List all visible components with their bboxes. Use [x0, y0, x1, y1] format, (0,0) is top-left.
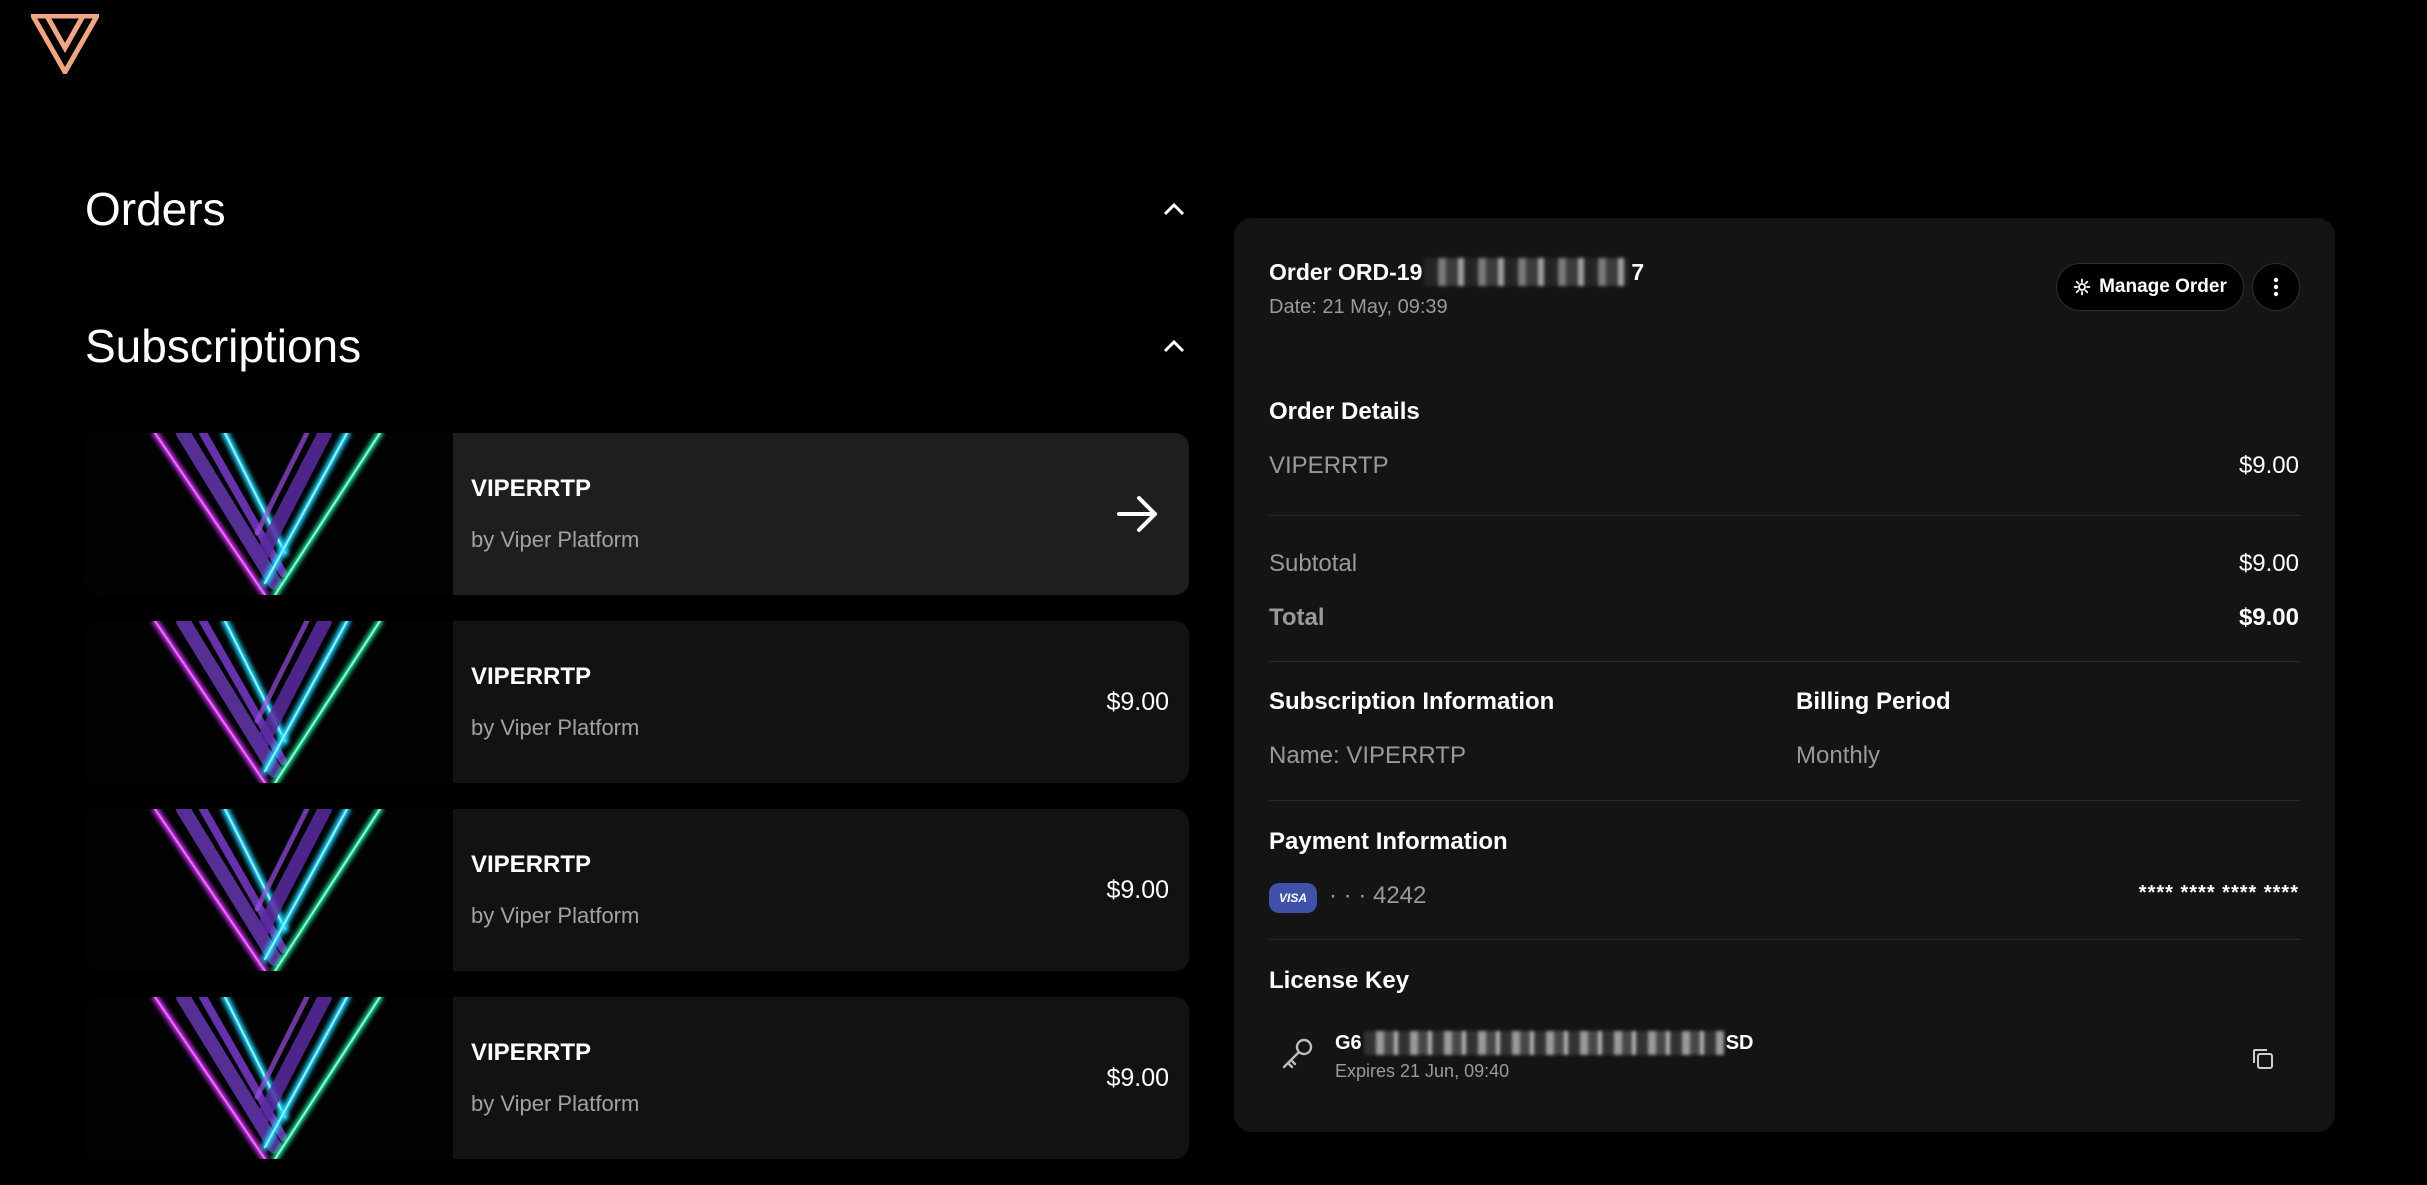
subscription-card[interactable]: VIPERRTP by Viper Platform $9.00	[85, 997, 1189, 1159]
order-item-name: VIPERRTP	[1269, 452, 1389, 479]
subscription-vendor: by Viper Platform	[471, 715, 640, 740]
product-thumbnail	[85, 433, 453, 595]
order-title-suffix: 7	[1631, 258, 1645, 285]
orders-title: Orders	[85, 183, 226, 235]
manage-order-button[interactable]: Manage Order	[2056, 263, 2244, 311]
order-details-heading: Order Details	[1269, 398, 1420, 425]
visa-card-icon: VISA	[1269, 883, 1317, 913]
order-detail-panel: Order ORD-19 7 Date: 21 May, 09:39 Manag…	[1234, 218, 2335, 1132]
total-value: $9.00	[2238, 604, 2299, 631]
billing-period-value: Monthly	[1796, 742, 1881, 769]
subtotal-value: $9.00	[2238, 550, 2299, 577]
subscription-list: VIPERRTP by Viper Platform VIPERRTP by V…	[85, 433, 1189, 1185]
subscription-vendor: by Viper Platform	[471, 527, 640, 552]
gear-icon	[2073, 278, 2091, 296]
redacted-order-id	[1424, 258, 1630, 286]
subscriptions-section-header[interactable]: Subscriptions	[85, 311, 1189, 381]
orders-section-header[interactable]: Orders	[85, 174, 1189, 244]
subscription-info-heading: Subscription Information	[1269, 688, 1555, 715]
subscriptions-title: Subscriptions	[85, 320, 362, 372]
subscription-name: VIPERRTP	[471, 1039, 592, 1066]
copy-icon[interactable]	[2249, 1045, 2277, 1073]
arrow-right-icon[interactable]	[1111, 487, 1165, 541]
order-title-prefix: Order ORD-19	[1269, 258, 1423, 285]
card-number-masked: **** **** **** ****	[2138, 882, 2299, 904]
product-thumbnail	[85, 809, 453, 971]
subscription-card[interactable]: VIPERRTP by Viper Platform $9.00	[85, 809, 1189, 971]
payment-info-heading: Payment Information	[1269, 828, 1508, 855]
order-title: Order ORD-19 7	[1269, 258, 1644, 286]
product-thumbnail	[85, 621, 453, 783]
subtotal-label: Subtotal	[1269, 550, 1358, 577]
divider	[1269, 515, 2300, 516]
subscription-vendor: by Viper Platform	[471, 903, 640, 928]
order-item-price: $9.00	[2238, 452, 2299, 479]
card-last-four: · · · 4242	[1329, 882, 1427, 909]
license-key-heading: License Key	[1269, 967, 1410, 994]
divider	[1269, 661, 2300, 662]
subscription-info-name: Name: VIPERRTP	[1269, 742, 1466, 769]
license-key-value[interactable]: G6 SD	[1335, 1031, 1753, 1055]
manage-order-label: Manage Order	[2099, 276, 2227, 297]
more-vertical-icon	[2273, 277, 2279, 297]
key-icon	[1280, 1035, 1316, 1071]
subscription-vendor: by Viper Platform	[471, 1091, 640, 1116]
chevron-up-icon[interactable]	[1159, 194, 1189, 224]
divider	[1269, 800, 2300, 801]
subscription-price: $9.00	[1106, 687, 1169, 716]
redacted-license-key	[1363, 1031, 1724, 1055]
total-label: Total	[1269, 604, 1325, 631]
subscription-price: $9.00	[1106, 875, 1169, 904]
subscription-card[interactable]: VIPERRTP by Viper Platform	[85, 433, 1189, 595]
license-prefix: G6	[1335, 1031, 1362, 1054]
divider	[1269, 939, 2300, 940]
license-suffix: SD	[1725, 1031, 1754, 1054]
product-thumbnail	[85, 997, 453, 1159]
subscription-name: VIPERRTP	[471, 475, 592, 502]
viper-logo[interactable]	[28, 13, 102, 78]
subscription-name: VIPERRTP	[471, 851, 592, 878]
subscription-card[interactable]: VIPERRTP by Viper Platform $9.00	[85, 621, 1189, 783]
billing-period-heading: Billing Period	[1796, 688, 1951, 715]
subscription-price: $9.00	[1106, 1063, 1169, 1092]
license-expiry: Expires 21 Jun, 09:40	[1335, 1061, 1510, 1081]
more-options-button[interactable]	[2252, 263, 2300, 311]
order-date: Date: 21 May, 09:39	[1269, 296, 1448, 318]
subscription-name: VIPERRTP	[471, 663, 592, 690]
chevron-up-icon[interactable]	[1159, 331, 1189, 361]
